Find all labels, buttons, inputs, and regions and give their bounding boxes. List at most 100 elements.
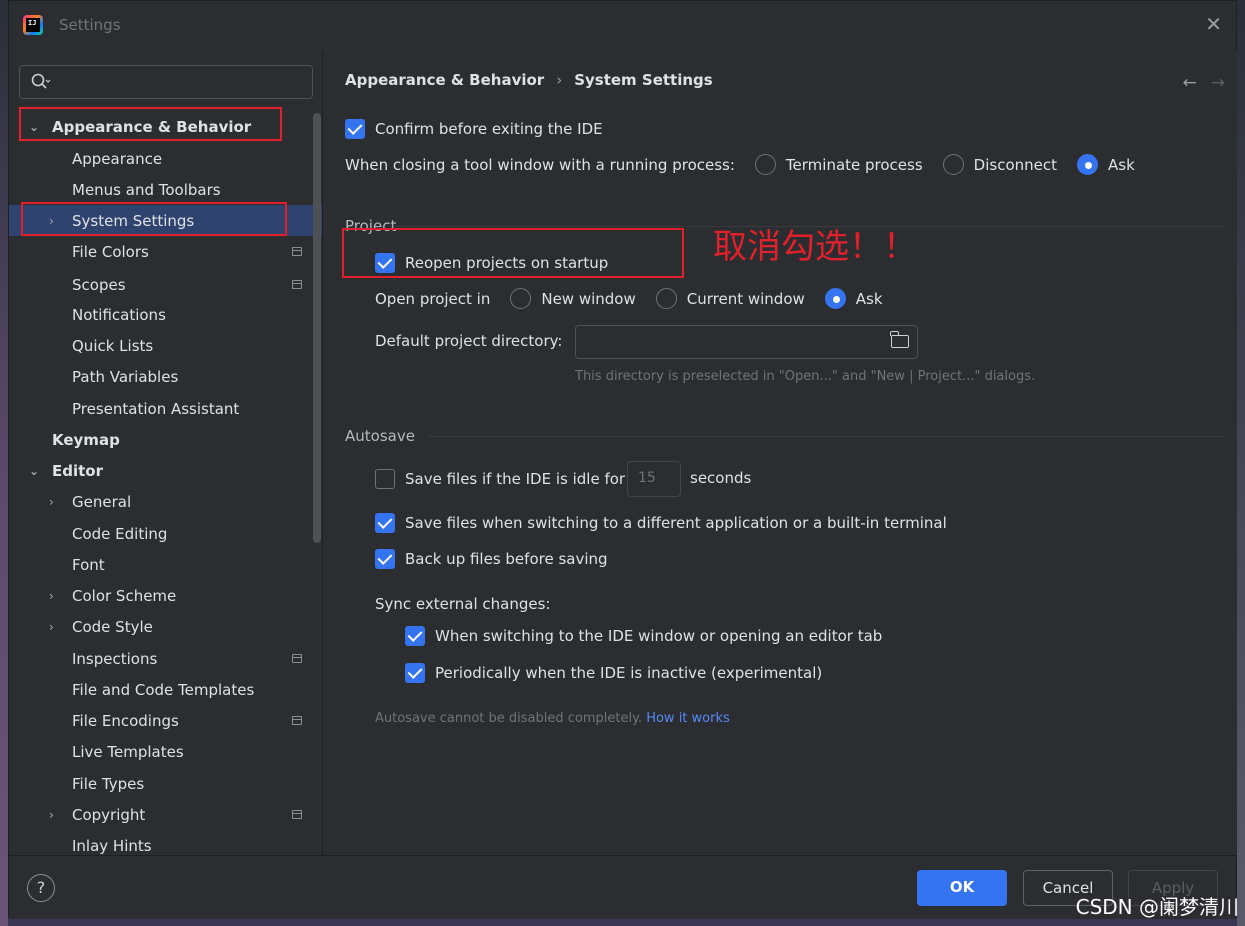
- breadcrumb-parent[interactable]: Appearance & Behavior: [345, 71, 544, 89]
- radio-new-window[interactable]: New window: [510, 288, 636, 309]
- folder-icon[interactable]: [890, 331, 909, 348]
- sidebar-item-keymap[interactable]: Keymap: [9, 424, 322, 455]
- sidebar-item-label: System Settings: [72, 211, 195, 230]
- sidebar-item-copyright[interactable]: › Copyright: [9, 799, 322, 830]
- sidebar-item-file-and-code-templates[interactable]: File and Code Templates: [9, 674, 322, 705]
- sidebar-item-menus-and-toolbars[interactable]: Menus and Toolbars: [9, 174, 322, 205]
- backup-option[interactable]: Back up files before saving: [375, 549, 608, 569]
- sidebar-item-quick-lists[interactable]: Quick Lists: [9, 330, 322, 361]
- default-project-dir-input[interactable]: [575, 325, 918, 359]
- chevron-right-icon[interactable]: ›: [49, 214, 54, 228]
- save-switching-option[interactable]: Save files when switching to a different…: [375, 513, 947, 533]
- sidebar-item-notifications[interactable]: Notifications: [9, 299, 322, 330]
- project-level-icon: [292, 247, 302, 256]
- autosave-footnote: Autosave cannot be disabled completely. …: [375, 711, 730, 726]
- sidebar-item-code-editing[interactable]: Code Editing: [9, 518, 322, 549]
- annotation-uncheck-note: 取消勾选！！: [713, 227, 917, 267]
- closing-tool-window-group: When closing a tool window with a runnin…: [345, 154, 1135, 175]
- radio-disconnect[interactable]: Disconnect: [942, 154, 1057, 175]
- sidebar-item-label: File and Code Templates: [72, 680, 255, 699]
- sync-switch-checkbox[interactable]: [405, 626, 425, 646]
- radio-button[interactable]: [655, 288, 677, 309]
- radio-label: Disconnect: [973, 155, 1057, 174]
- forward-arrow-icon[interactable]: →: [1211, 73, 1225, 93]
- chevron-down-icon[interactable]: ⌄: [29, 120, 39, 134]
- sidebar-item-appearance[interactable]: Appearance: [9, 143, 322, 174]
- sidebar-item-code-style[interactable]: › Code Style: [9, 611, 322, 642]
- sidebar-item-scopes[interactable]: Scopes: [9, 269, 322, 300]
- chevron-right-icon[interactable]: ›: [49, 589, 54, 603]
- chevron-right-icon[interactable]: ›: [49, 808, 54, 822]
- sidebar-item-color-scheme[interactable]: › Color Scheme: [9, 580, 322, 611]
- history-nav: ← →: [1169, 73, 1226, 93]
- sidebar-item-editor[interactable]: ⌄ Editor: [9, 455, 322, 486]
- sync-switch-label: When switching to the IDE window or open…: [435, 627, 883, 645]
- sidebar-item-file-encodings[interactable]: File Encodings: [9, 705, 322, 736]
- sidebar-item-live-templates[interactable]: Live Templates: [9, 736, 322, 767]
- radio-label: New window: [541, 289, 636, 308]
- radio-button-selected[interactable]: [1077, 154, 1098, 175]
- dialog-title: Settings: [59, 16, 121, 34]
- radio-button[interactable]: [754, 154, 776, 175]
- settings-search-input[interactable]: [19, 65, 313, 99]
- radio-current-window[interactable]: Current window: [655, 288, 805, 309]
- radio-label: Terminate process: [785, 155, 923, 174]
- sync-switch-option[interactable]: When switching to the IDE window or open…: [405, 626, 882, 646]
- autosave-section-title: Autosave: [345, 427, 415, 445]
- sidebar-scrollbar[interactable]: [313, 113, 321, 543]
- project-level-icon: [292, 280, 302, 289]
- save-idle-checkbox[interactable]: [375, 469, 395, 489]
- sync-periodic-label: Periodically when the IDE is inactive (e…: [435, 664, 823, 682]
- sidebar-item-label: Copyright: [72, 805, 146, 824]
- sidebar-item-label: Quick Lists: [72, 336, 154, 355]
- sidebar-item-label: Inspections: [72, 649, 158, 668]
- save-idle-option[interactable]: Save files if the IDE is idle for: [375, 469, 625, 489]
- sidebar-item-font[interactable]: Font: [9, 549, 322, 580]
- sidebar-item-inlay-hints[interactable]: Inlay Hints: [9, 830, 322, 855]
- desktop-background-left: [0, 0, 8, 926]
- idle-seconds-input[interactable]: 15: [627, 461, 681, 497]
- chevron-right-icon[interactable]: ›: [49, 495, 54, 509]
- sidebar-item-file-types[interactable]: File Types: [9, 768, 322, 799]
- ok-button[interactable]: OK: [917, 870, 1007, 906]
- project-level-icon: [292, 654, 302, 663]
- backup-checkbox[interactable]: [375, 549, 395, 569]
- sync-periodic-checkbox[interactable]: [405, 663, 425, 683]
- sidebar-item-general[interactable]: › General: [9, 486, 322, 517]
- sidebar-item-label: Path Variables: [72, 367, 179, 386]
- radio-label: Ask: [1108, 155, 1135, 174]
- sidebar-item-system-settings[interactable]: › System Settings: [9, 205, 322, 236]
- sidebar-item-presentation-assistant[interactable]: Presentation Assistant: [9, 393, 322, 424]
- how-it-works-link[interactable]: How it works: [646, 711, 730, 726]
- radio-terminate-process[interactable]: Terminate process: [754, 154, 923, 175]
- sidebar-item-label: Editor: [52, 461, 103, 480]
- close-icon[interactable]: ✕: [1205, 14, 1222, 34]
- chevron-right-icon[interactable]: ›: [49, 620, 54, 634]
- sidebar-item-inspections[interactable]: Inspections: [9, 643, 322, 674]
- radio-ask-open[interactable]: Ask: [824, 288, 883, 309]
- sync-periodic-option[interactable]: Periodically when the IDE is inactive (e…: [405, 663, 822, 683]
- sidebar-item-file-colors[interactable]: File Colors: [9, 236, 322, 267]
- settings-content: Appearance & Behavior › System Settings ← →…: [323, 51, 1237, 855]
- radio-button[interactable]: [510, 288, 532, 309]
- sidebar-item-path-variables[interactable]: Path Variables: [9, 361, 322, 392]
- sidebar-item-appearance-behavior[interactable]: ⌄ Appearance & Behavior: [9, 111, 322, 142]
- confirm-exit-option[interactable]: Confirm before exiting the IDE: [345, 119, 603, 139]
- sidebar-item-label: File Encodings: [72, 711, 179, 730]
- reopen-projects-checkbox[interactable]: [375, 253, 395, 273]
- sidebar-item-label: Presentation Assistant: [72, 399, 240, 418]
- sidebar-item-label: Inlay Hints: [72, 836, 152, 855]
- radio-button[interactable]: [942, 154, 964, 175]
- confirm-exit-checkbox[interactable]: [345, 119, 365, 139]
- confirm-exit-label: Confirm before exiting the IDE: [375, 120, 603, 138]
- desktop-background-right: [1237, 0, 1245, 926]
- help-icon[interactable]: ?: [27, 874, 55, 902]
- sidebar-item-label: Keymap: [52, 430, 120, 449]
- back-arrow-icon[interactable]: ←: [1183, 73, 1197, 93]
- chevron-down-icon[interactable]: ⌄: [29, 464, 39, 478]
- reopen-projects-option[interactable]: Reopen projects on startup: [375, 253, 608, 273]
- save-switching-checkbox[interactable]: [375, 513, 395, 533]
- radio-button-selected[interactable]: [824, 288, 846, 309]
- sidebar-item-label: Scopes: [72, 275, 126, 294]
- radio-ask[interactable]: Ask: [1077, 154, 1135, 175]
